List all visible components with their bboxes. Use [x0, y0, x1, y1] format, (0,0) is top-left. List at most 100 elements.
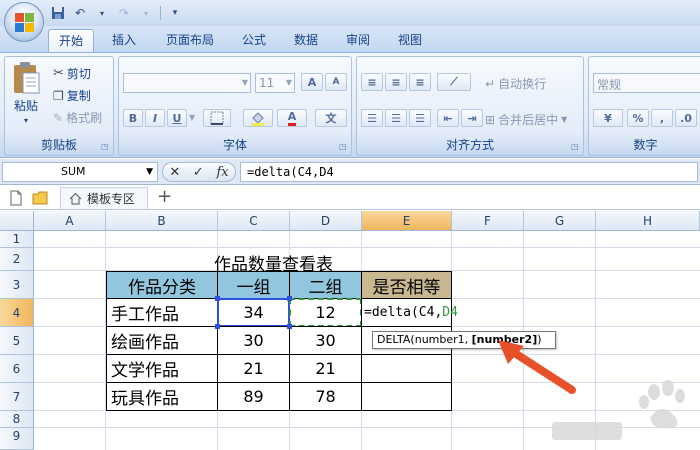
align-right-icon[interactable]: ☰	[409, 109, 431, 127]
table-cell[interactable]: 12	[289, 298, 362, 327]
copy-button[interactable]: ❐ 复制	[53, 87, 91, 104]
font-color-button[interactable]: A	[277, 109, 307, 127]
table-cell[interactable]	[361, 354, 452, 383]
currency-icon[interactable]: ¥	[593, 109, 623, 127]
cut-button[interactable]: ✂ 剪切	[53, 65, 91, 82]
tab-formulas[interactable]: 公式	[232, 29, 276, 52]
table-cell[interactable]: 绘画作品	[106, 326, 218, 355]
header-cell-group1[interactable]: 一组	[217, 271, 290, 299]
table-cell[interactable]: 文学作品	[106, 354, 218, 383]
table-cell[interactable]: 30	[217, 326, 290, 355]
table-cell[interactable]	[361, 382, 452, 411]
header-cell-group2[interactable]: 二组	[289, 271, 362, 299]
doc-tab[interactable]: 模板专区	[60, 187, 148, 209]
name-box[interactable]: SUM ▼	[2, 162, 158, 182]
underline-button[interactable]: U	[167, 109, 187, 127]
row-header-8[interactable]: 8	[0, 411, 34, 428]
chevron-down-icon[interactable]: ▼	[189, 113, 195, 122]
folder-icon[interactable]	[32, 190, 48, 206]
align-bottom-icon[interactable]: ≡	[409, 73, 431, 91]
italic-button[interactable]: I	[145, 109, 165, 127]
column-header-d[interactable]: D	[290, 211, 362, 231]
align-left-icon[interactable]: ☰	[361, 109, 383, 127]
table-cell[interactable]: 34	[217, 298, 290, 327]
table-cell[interactable]: 30	[289, 326, 362, 355]
tab-view[interactable]: 视图	[388, 29, 432, 52]
phonetic-button[interactable]: 文	[315, 109, 347, 127]
dialog-launcher-icon[interactable]: ◳	[101, 142, 111, 152]
font-size-combo[interactable]: 11 ▼	[255, 73, 295, 93]
column-header-c[interactable]: C	[218, 211, 290, 231]
fill-color-button[interactable]	[243, 109, 273, 127]
add-tab-icon[interactable]: +	[157, 186, 172, 207]
header-cell-category[interactable]: 作品分类	[106, 271, 218, 299]
column-header-b[interactable]: B	[106, 211, 218, 231]
row-header-7[interactable]: 7	[0, 383, 34, 411]
column-header-a[interactable]: A	[34, 211, 106, 231]
enter-icon[interactable]: ✓	[193, 165, 204, 180]
border-button[interactable]	[203, 109, 231, 127]
row-header-1[interactable]: 1	[0, 231, 34, 248]
row-header-3[interactable]: 3	[0, 271, 34, 299]
shrink-font-button[interactable]: A	[325, 73, 347, 91]
table-cell[interactable]: 89	[217, 382, 290, 411]
new-document-icon[interactable]	[8, 190, 24, 206]
merge-center-button[interactable]: ⊞ 合并后居中 ▼	[485, 111, 567, 128]
insert-function-icon[interactable]: fx	[216, 165, 228, 180]
dialog-launcher-icon[interactable]: ◳	[339, 142, 349, 152]
editing-cell[interactable]: =delta(C4, D4	[361, 298, 458, 327]
number-format-combo[interactable]: 常规	[593, 73, 700, 93]
row-header-5[interactable]: 5	[0, 327, 34, 355]
orientation-icon[interactable]: ⟋	[437, 73, 471, 91]
table-cell[interactable]: 手工作品	[106, 298, 218, 327]
tab-insert[interactable]: 插入	[102, 29, 146, 52]
cancel-icon[interactable]: ✕	[169, 165, 180, 180]
selection-handle[interactable]	[215, 296, 220, 301]
wrap-text-button[interactable]: ↵ 自动换行	[485, 75, 546, 92]
column-header-g[interactable]: G	[524, 211, 596, 231]
selection-handle[interactable]	[287, 324, 292, 329]
row-header-6[interactable]: 6	[0, 355, 34, 383]
selection-handle[interactable]	[215, 324, 220, 329]
grow-font-button[interactable]: A	[301, 73, 323, 91]
comma-icon[interactable]: ,	[651, 109, 673, 127]
chevron-down-icon[interactable]: ▾	[138, 5, 154, 21]
dialog-launcher-icon[interactable]: ◳	[571, 142, 581, 152]
increase-indent-icon[interactable]: ⇥	[461, 109, 483, 127]
row-header-2[interactable]: 2	[0, 248, 34, 271]
column-header-h[interactable]: H	[596, 211, 700, 231]
select-all-corner[interactable]	[0, 211, 34, 231]
align-top-icon[interactable]: ≡	[361, 73, 383, 91]
chevron-down-icon[interactable]: ▼	[146, 167, 153, 177]
customize-toolbar-icon[interactable]: ▾	[167, 5, 183, 21]
percent-icon[interactable]: %	[627, 109, 649, 127]
tab-review[interactable]: 审阅	[336, 29, 380, 52]
table-cell[interactable]: 21	[289, 354, 362, 383]
row-header-9[interactable]: 9	[0, 428, 34, 450]
font-name-combo[interactable]: ▼	[123, 73, 251, 93]
table-cell[interactable]: 78	[289, 382, 362, 411]
formula-input[interactable]: =delta(C4,D4	[240, 162, 698, 182]
decrease-indent-icon[interactable]: ⇤	[437, 109, 459, 127]
align-center-icon[interactable]: ☰	[385, 109, 407, 127]
paste-button[interactable]: 粘贴 ▾	[11, 61, 41, 125]
tab-home[interactable]: 开始	[48, 29, 94, 52]
tab-data[interactable]: 数据	[284, 29, 328, 52]
row-header-4[interactable]: 4	[0, 299, 34, 327]
save-icon[interactable]	[50, 5, 66, 21]
redo-icon[interactable]: ↷	[116, 5, 132, 21]
bold-button[interactable]: B	[123, 109, 143, 127]
table-cell[interactable]: 玩具作品	[106, 382, 218, 411]
selection-handle[interactable]	[287, 296, 292, 301]
column-header-f[interactable]: F	[452, 211, 524, 231]
chevron-down-icon[interactable]: ▾	[94, 5, 110, 21]
undo-icon[interactable]: ↶	[72, 5, 88, 21]
tab-page-layout[interactable]: 页面布局	[154, 29, 226, 52]
format-painter-button[interactable]: ✎ 格式刷	[53, 109, 102, 126]
table-cell[interactable]: 21	[217, 354, 290, 383]
office-button[interactable]	[4, 2, 44, 42]
column-header-e[interactable]: E	[362, 211, 452, 231]
header-cell-equal[interactable]: 是否相等	[361, 271, 452, 299]
decimal-icon[interactable]: .0	[675, 109, 697, 127]
align-middle-icon[interactable]: ≡	[385, 73, 407, 91]
